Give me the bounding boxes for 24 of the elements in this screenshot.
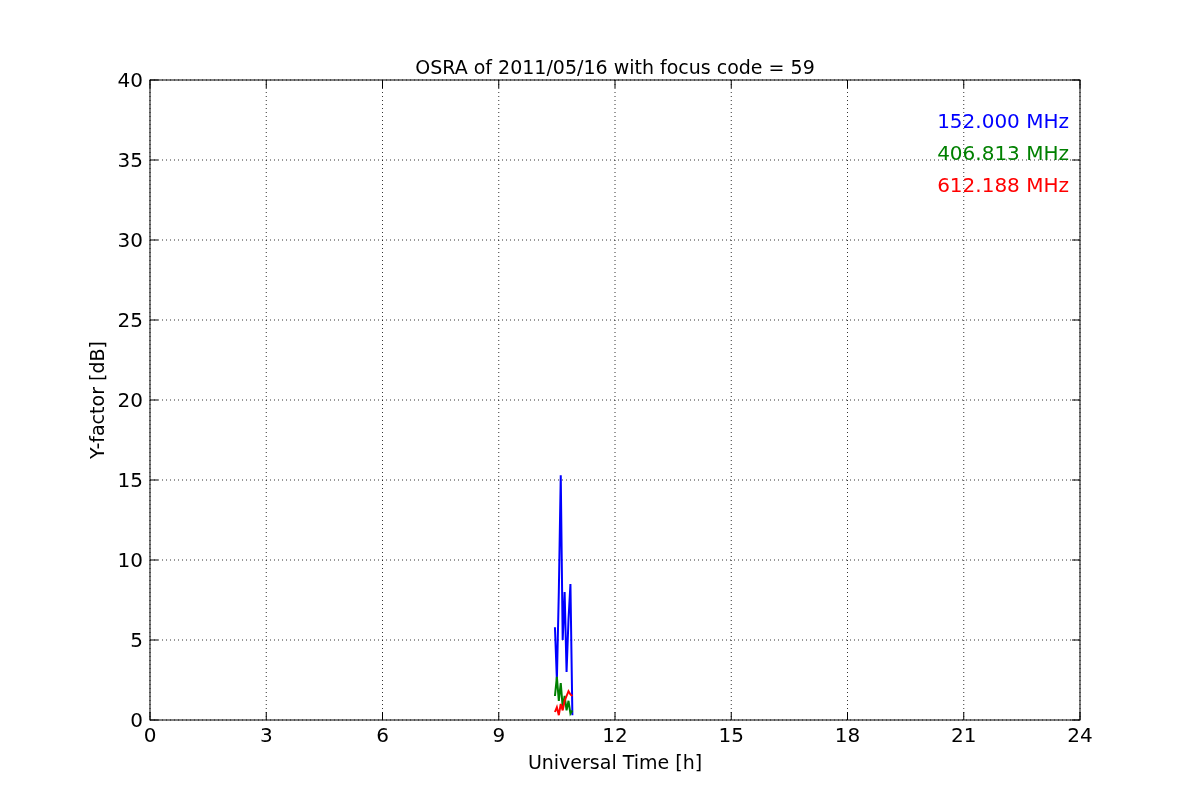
y-tick-label: 10	[117, 548, 143, 572]
y-tick-label: 30	[117, 228, 143, 252]
y-tick-label: 25	[117, 308, 143, 332]
x-tick-label: 6	[376, 723, 389, 747]
y-tick-label: 5	[130, 628, 143, 652]
x-tick-label: 21	[951, 723, 977, 747]
legend-label: 612.188 MHz	[937, 173, 1069, 197]
legend-label: 406.813 MHz	[937, 141, 1069, 165]
chart-title: OSRA of 2011/05/16 with focus code = 59	[415, 56, 815, 78]
y-tick-label: 40	[117, 68, 143, 92]
y-tick-label: 0	[130, 708, 143, 732]
x-tick-label: 3	[259, 723, 273, 747]
y-tick-label: 15	[117, 468, 143, 492]
x-tick-label: 0	[143, 723, 157, 747]
x-axis-label: Universal Time [h]	[527, 751, 703, 773]
x-tick-label: 12	[602, 723, 628, 747]
x-tick-label: 18	[834, 723, 861, 747]
x-tick-label: 24	[1067, 723, 1093, 747]
y-axis-label: Y-factor [dB]	[86, 341, 108, 459]
x-tick-label: 9	[492, 723, 506, 747]
x-tick-label: 15	[718, 723, 744, 747]
y-tick-label: 20	[117, 388, 143, 412]
legend-label: 152.000 MHz	[937, 109, 1069, 133]
y-tick-label: 35	[117, 148, 143, 172]
